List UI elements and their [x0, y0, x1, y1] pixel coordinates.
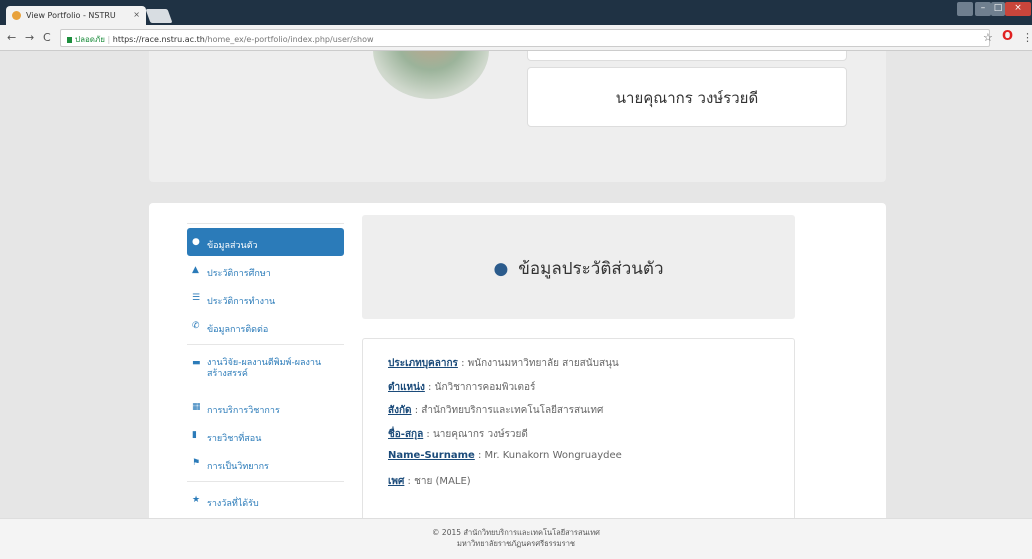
sidebar-item-label: งานวิจัย-ผลงานตีพิมพ์-ผลงานสร้างสรรค์	[207, 358, 322, 379]
sidebar-item-courses[interactable]: ▮ รายวิชาที่สอน	[187, 421, 344, 449]
back-icon[interactable]: ←	[7, 31, 16, 44]
section-header: ● ข้อมูลประวัติส่วนตัว	[362, 215, 795, 319]
url-field[interactable]: ปลอดภัย | https://race.nstru.ac.th/home_…	[60, 29, 990, 47]
footer-copyright: © 2015 สำนักวิทยบริการและเทคโนโลยีสารสนเ…	[432, 528, 600, 537]
sidebar-item-label: ประวัติการทำงาน	[207, 297, 276, 307]
profile-name: นายคุณากร วงษ์รวยดี	[527, 67, 847, 127]
tab-title: View Portfolio - NSTRU	[26, 11, 116, 20]
address-bar: ← → C ปลอดภัย | https://race.nstru.ac.th…	[0, 25, 1032, 51]
menu-divider	[187, 344, 344, 345]
browser-tab[interactable]: View Portfolio - NSTRU ×	[6, 6, 146, 25]
minimize-button[interactable]: –	[975, 2, 991, 16]
new-tab-button[interactable]	[145, 9, 173, 23]
detail-label: ประเภทบุคลากร	[388, 358, 458, 369]
sidebar-item-education[interactable]: ▲ ประวัติการศึกษา	[187, 256, 344, 284]
main-card: ● ข้อมูลส่วนตัว ▲ ประวัติการศึกษา ☰ ประว…	[149, 203, 886, 518]
sidebar-item-awards[interactable]: ★ รางวัลที่ได้รับ	[187, 486, 344, 514]
sidebar-menu: ● ข้อมูลส่วนตัว ▲ ประวัติการศึกษา ☰ ประว…	[187, 219, 344, 518]
personal-details: ประเภทบุคลากร : พนักงานมหาวิทยาลัย สายสน…	[362, 338, 795, 518]
detail-label: สังกัด	[388, 405, 412, 417]
star-icon: ★	[192, 495, 201, 505]
menu-divider	[187, 481, 344, 482]
profile-window-button[interactable]	[957, 2, 973, 16]
detail-value: นายคุณากร วงษ์รวยดี	[432, 428, 528, 440]
detail-row: Name-Surname : Mr. Kunakorn Wongruaydee	[388, 450, 622, 462]
bookmark-icon: ⚑	[192, 458, 201, 468]
detail-row: ตำแหน่ง : นักวิชาการคอมพิวเตอร์	[388, 381, 536, 393]
favicon-icon	[12, 11, 21, 20]
sidebar-item-contact[interactable]: ✆ ข้อมูลการติดต่อ	[187, 312, 344, 340]
sidebar-item-research[interactable]: ▬ งานวิจัย-ผลงานตีพิมพ์-ผลงานสร้างสรรค์	[187, 349, 344, 393]
detail-value: นักวิชาการคอมพิวเตอร์	[434, 381, 536, 393]
menu-divider	[187, 223, 344, 224]
detail-row: ประเภทบุคลากร : พนักงานมหาวิทยาลัย สายสน…	[388, 358, 619, 369]
detail-value: สำนักวิทยบริการและเทคโนโลยีสารสนเทศ	[421, 405, 604, 417]
tab-close-icon[interactable]: ×	[133, 10, 140, 19]
forward-icon[interactable]: →	[25, 31, 34, 44]
phone-icon: ✆	[192, 321, 200, 331]
url-path: /home_ex/e-portfolio/index.php/user/show	[204, 35, 374, 44]
detail-value: ชาย (MALE)	[414, 475, 471, 487]
opera-icon[interactable]: O	[1002, 29, 1013, 44]
sidebar-item-label: รางวัลที่ได้รับ	[207, 499, 259, 509]
sidebar-item-academic-service[interactable]: ▦ การบริการวิชาการ	[187, 393, 344, 421]
detail-label: Name-Surname	[388, 450, 475, 462]
profile-info-box	[527, 51, 847, 61]
detail-row: ชื่อ-สกุล : นายคุณากร วงษ์รวยดี	[388, 428, 528, 440]
url-host: https://race.nstru.ac.th	[112, 35, 205, 44]
detail-label: เพศ	[388, 475, 405, 487]
profile-card: นายคุณากร วงษ์รวยดี	[149, 51, 886, 182]
book-icon: ▮	[192, 430, 197, 440]
sidebar-item-speaker[interactable]: ⚑ การเป็นวิทยากร	[187, 449, 344, 477]
detail-label: ชื่อ-สกุล	[388, 428, 424, 440]
browser-titlebar: View Portfolio - NSTRU × – □ ×	[0, 0, 1032, 25]
page-footer: © 2015 สำนักวิทยบริการและเทคโนโลยีสารสนเ…	[0, 518, 1032, 559]
folder-open-icon: ▬	[192, 358, 201, 368]
detail-row: สังกัด : สำนักวิทยบริการและเทคโนโลยีสารส…	[388, 405, 604, 417]
browser-menu-icon[interactable]: ⋮	[1022, 31, 1032, 44]
detail-value: Mr. Kunakorn Wongruaydee	[484, 450, 622, 462]
list-icon: ☰	[192, 293, 201, 303]
detail-label: ตำแหน่ง	[388, 381, 425, 393]
service-icon: ▦	[192, 402, 201, 412]
user-icon: ●	[493, 259, 509, 279]
avatar	[373, 51, 489, 99]
user-icon: ●	[192, 237, 200, 247]
sidebar-item-label: ข้อมูลส่วนตัว	[207, 241, 258, 251]
page-content: นายคุณากร วงษ์รวยดี ● ข้อมูลส่วนตัว ▲ ปร…	[0, 51, 1032, 518]
sidebar-item-label: ประวัติการศึกษา	[207, 269, 271, 279]
reload-icon[interactable]: C	[43, 31, 51, 44]
maximize-button[interactable]: □	[991, 2, 1005, 16]
sidebar-item-label: การบริการวิชาการ	[207, 406, 280, 416]
section-title: ข้อมูลประวัติส่วนตัว	[518, 259, 664, 279]
lock-icon	[67, 37, 72, 43]
sidebar-item-work-history[interactable]: ☰ ประวัติการทำงาน	[187, 284, 344, 312]
footer-university: มหาวิทยาลัยราชภัฏนครศรีธรรมราช	[456, 539, 576, 548]
bookmark-star-icon[interactable]: ☆	[983, 31, 993, 44]
sidebar-item-label: รายวิชาที่สอน	[207, 434, 262, 444]
sidebar-item-label: การเป็นวิทยากร	[207, 462, 269, 472]
detail-value: พนักงานมหาวิทยาลัย สายสนับสนุน	[467, 358, 619, 369]
detail-row: เพศ : ชาย (MALE)	[388, 475, 471, 487]
sidebar-item-label: ข้อมูลการติดต่อ	[207, 325, 269, 335]
graduation-cap-icon: ▲	[192, 265, 199, 275]
close-window-button[interactable]: ×	[1005, 2, 1031, 16]
secure-label: ปลอดภัย	[75, 35, 105, 44]
sidebar-item-personal-info[interactable]: ● ข้อมูลส่วนตัว	[187, 228, 344, 256]
